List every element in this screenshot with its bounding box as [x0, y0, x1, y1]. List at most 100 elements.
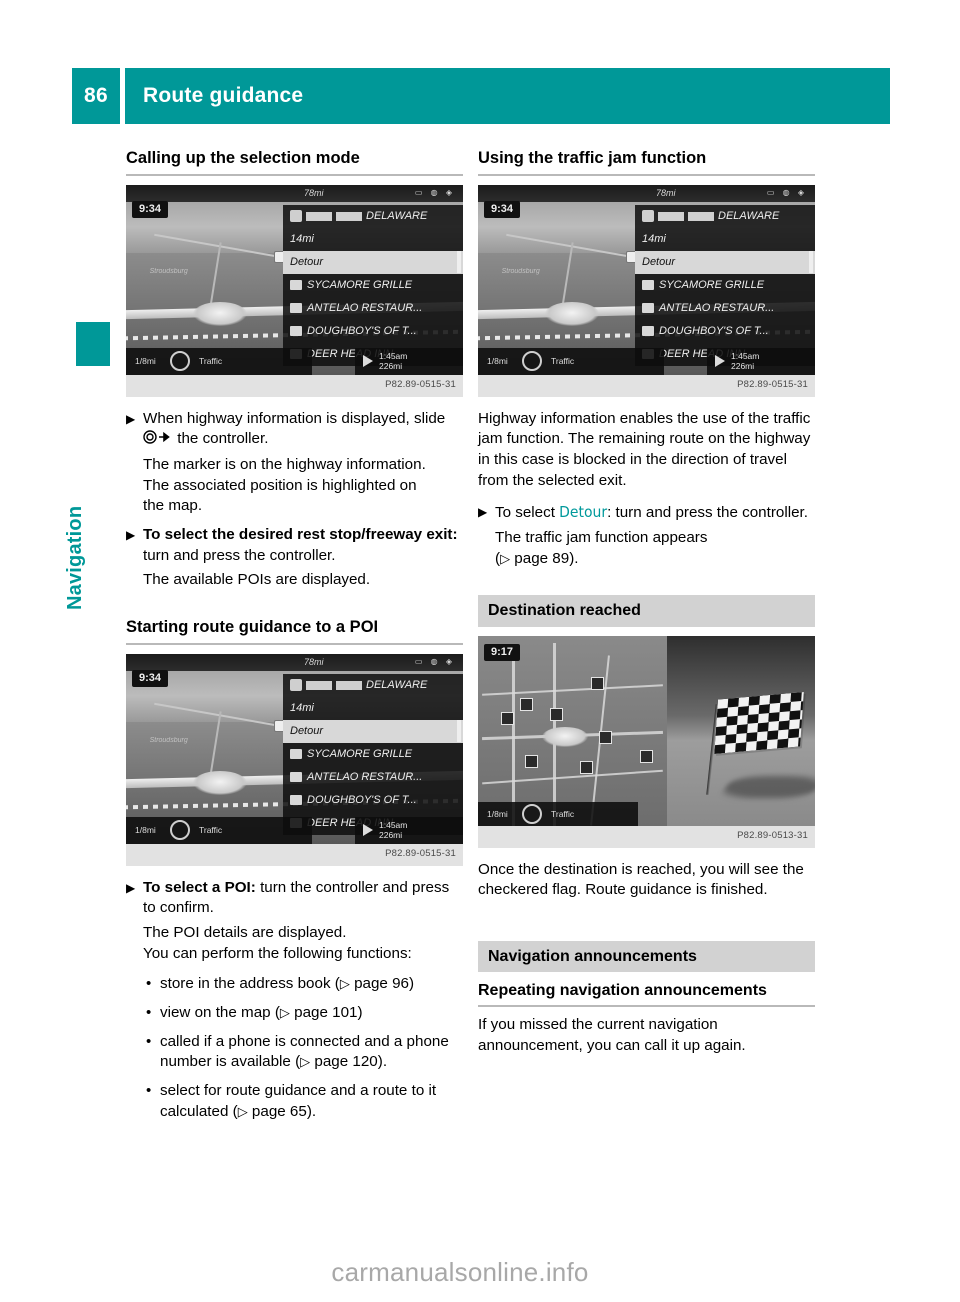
heading-starting-route-guidance-poi: Starting route guidance to a POI	[126, 617, 463, 645]
distance-row: 14mi	[283, 227, 463, 251]
poi-item[interactable]: ANTELAO RESTAUR...	[283, 765, 463, 789]
poi-item[interactable]: DOUGHBOY'S OF T...	[283, 788, 463, 812]
reference-arrow-icon: ▷	[339, 976, 350, 992]
page-title: Route guidance	[143, 84, 304, 107]
reference-arrow-icon: ▷	[500, 550, 511, 566]
reference-page: page 96	[354, 975, 409, 993]
highway-shield-row[interactable]: DELAWARE	[283, 673, 463, 697]
highway-shield-icon	[290, 210, 302, 223]
panel-scrollbar[interactable]	[457, 250, 461, 273]
step-text-tail: : turn and press the controller.	[607, 504, 808, 522]
map-label-town: Stroudsburg	[501, 268, 540, 276]
map-bottom-bar: 1/8mi Traffic	[478, 347, 664, 375]
poi-item[interactable]: SYCAMORE GRILLE	[283, 742, 463, 766]
traffic-label: Traffic	[199, 825, 223, 836]
detour-menu-item[interactable]: Detour	[283, 719, 463, 743]
exit-name-block-2	[336, 211, 362, 221]
page-reference: (▷ page 96)	[334, 975, 415, 993]
destination-map-pane: 1/8mi Traffic	[478, 635, 667, 826]
poi-label: DOUGHBOY'S OF T...	[659, 325, 769, 338]
poi-label: SYCAMORE GRILLE	[307, 748, 413, 761]
header-bar: Route guidance	[125, 68, 890, 124]
bullet-marker-icon: •	[146, 1032, 152, 1050]
page-header: 86 Route guidance	[72, 68, 890, 124]
map-scale: 1/8mi	[135, 356, 161, 366]
traffic-icon[interactable]	[170, 820, 190, 841]
page-reference: (▷ page 65).	[232, 1102, 317, 1120]
detour-menu-item[interactable]: Detour	[635, 250, 815, 274]
status-icons: ▭ ◍ ◈	[766, 187, 807, 197]
step-select-poi: ▶ To select a POI: turn the controller a…	[126, 878, 463, 919]
clock: 9:34	[132, 669, 169, 687]
poi-icon	[642, 303, 654, 314]
highway-name: DELAWARE	[718, 210, 780, 223]
highway-shield-row[interactable]: DELAWARE	[635, 204, 815, 228]
map-scale-label: 1/8mi	[135, 825, 156, 836]
detour-menu-item[interactable]: Detour	[283, 250, 463, 274]
result-line: The traffic jam function appears	[495, 528, 708, 546]
panel-scrollbar[interactable]	[809, 250, 813, 273]
highway-name: DELAWARE	[366, 679, 428, 692]
result-line: You can perform the following functions:	[143, 944, 412, 962]
step-bold-lead: To select the desired rest stop/freeway …	[143, 525, 458, 543]
map-bottom-bar: 1/8mi Traffic	[126, 816, 312, 844]
eta-time: 1:45am	[379, 351, 408, 362]
poi-icon	[290, 772, 302, 783]
highway-info-panel: DELAWARE 14mi Detour SYCAMORE GRILLE ANT…	[283, 204, 463, 366]
page-reference: (▷ page 120).	[295, 1053, 388, 1071]
traffic-icon[interactable]	[522, 351, 542, 372]
nav-screen-route-guidance-poi: Stroudsburg 78mi ▭ ◍ ◈ 9:34 DELAWARE 14m…	[126, 653, 463, 844]
clock: 9:34	[132, 200, 169, 218]
reference-arrow-icon: ▷	[279, 1004, 290, 1020]
top-distance: 78mi	[304, 187, 324, 198]
list-item: • called if a phone is connected and a p…	[126, 1032, 463, 1073]
step-result: The marker is on the highway information…	[126, 455, 463, 517]
map-label-town: Stroudsburg	[149, 737, 188, 745]
traffic-icon[interactable]	[522, 803, 542, 824]
clock: 9:17	[484, 643, 521, 661]
poi-label: ANTELAO RESTAUR...	[307, 302, 423, 315]
poi-item[interactable]: SYCAMORE GRILLE	[283, 273, 463, 297]
map-street	[481, 683, 663, 696]
paragraph-destination-reached: Once the destination is reached, you wil…	[478, 860, 804, 899]
map-bottom-bar: 1/8mi Traffic	[478, 801, 638, 826]
checkered-flag-pane	[666, 635, 815, 826]
poi-item[interactable]: DOUGHBOY'S OF T...	[635, 319, 815, 343]
status-strip: 78mi ▭ ◍ ◈	[478, 184, 815, 202]
step-text-tail: turn and press the controller.	[143, 546, 336, 564]
list-item: • select for route guidance and a route …	[126, 1081, 463, 1122]
traffic-icon[interactable]	[170, 351, 190, 372]
highway-info-panel: DELAWARE 14mi Detour SYCAMORE GRILLE ANT…	[635, 204, 815, 366]
poi-item[interactable]: SYCAMORE GRILLE	[635, 273, 815, 297]
reference-page: page 65	[251, 1102, 307, 1120]
poi-marker	[549, 707, 563, 721]
result-line: The associated position is highlighted o…	[143, 476, 417, 494]
eta-values: 1:45am 226mi	[731, 351, 759, 371]
poi-item[interactable]: ANTELAO RESTAUR...	[635, 296, 815, 320]
reference-arrow-icon: ▷	[237, 1103, 248, 1119]
result-line: the map.	[143, 497, 203, 515]
map-scale: 1/8mi	[487, 356, 513, 366]
map-scale-label: 1/8mi	[487, 808, 508, 819]
map-street	[481, 769, 663, 785]
step-marker-icon: ▶	[478, 505, 488, 520]
panel-scrollbar[interactable]	[457, 719, 461, 742]
poi-item[interactable]: ANTELAO RESTAUR...	[283, 296, 463, 320]
bullet-marker-icon: •	[146, 975, 152, 993]
exit-name-block	[306, 680, 332, 690]
subheading-repeating-announcements: Repeating navigation announcements	[478, 981, 815, 1008]
left-column: Calling up the selection mode Stroudsbur…	[126, 148, 463, 1130]
figure-caption: P82.89-0513-31	[478, 825, 815, 848]
distance-to-exit: 14mi	[290, 702, 314, 715]
figure-caption-code: P82.89-0515-31	[737, 378, 808, 390]
poi-icon	[290, 749, 302, 760]
exit-name-block	[658, 211, 684, 221]
eta-distance: 226mi	[731, 361, 755, 372]
step-bold-lead: To select a POI:	[143, 878, 256, 896]
poi-item[interactable]: DOUGHBOY'S OF T...	[283, 319, 463, 343]
figure-caption-code: P82.89-0513-31	[737, 829, 808, 841]
highway-shield-row[interactable]: DELAWARE	[283, 204, 463, 228]
traffic-label: Traffic	[199, 356, 223, 367]
eta-time: 1:45am	[731, 351, 760, 362]
highway-shield-icon	[642, 210, 654, 223]
